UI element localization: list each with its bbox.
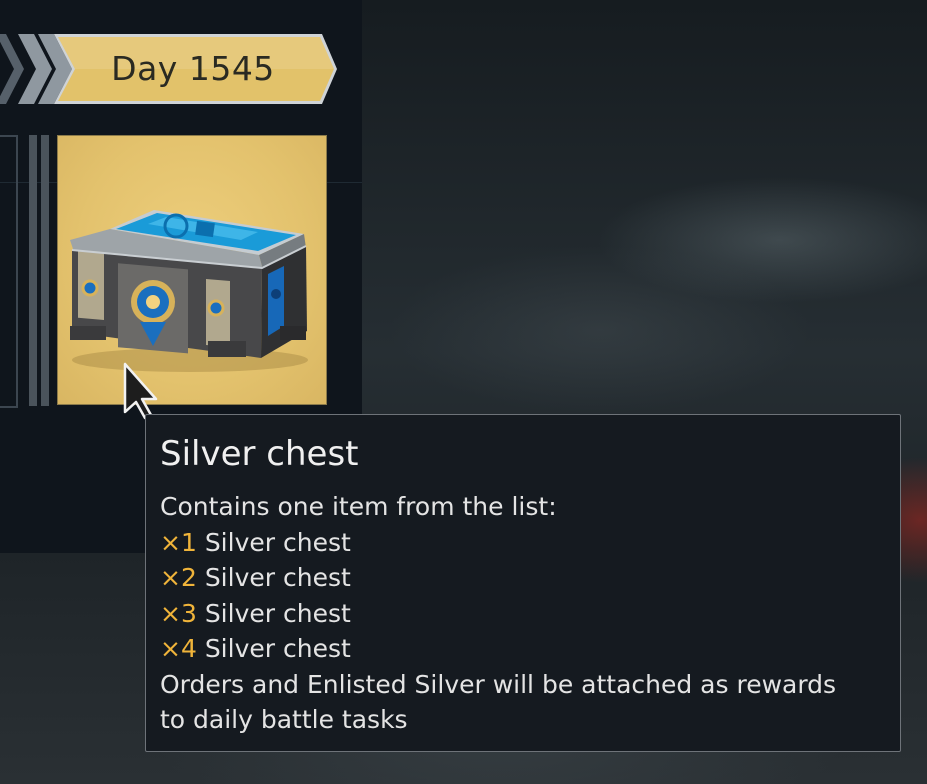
- previous-reward-slot[interactable]: [0, 135, 18, 408]
- tooltip-list-item: ×2 Silver chest: [160, 560, 886, 596]
- item-label: Silver chest: [204, 598, 351, 628]
- reward-tooltip: Silver chest Contains one item from the …: [145, 414, 901, 752]
- reward-card-silver-chest[interactable]: [57, 135, 327, 405]
- tooltip-list-item: ×4 Silver chest: [160, 631, 886, 667]
- silver-chest-icon: [70, 210, 308, 372]
- item-quantity: ×3: [160, 598, 197, 628]
- item-label: Silver chest: [204, 563, 351, 592]
- item-label: Silver chest: [204, 527, 351, 557]
- mouse-cursor-icon: [123, 362, 158, 420]
- prev-chevron-icon: [0, 34, 24, 104]
- item-label: Silver chest: [204, 634, 351, 663]
- tooltip-list-item: ×3 Silver chest: [160, 596, 886, 632]
- tooltip-title: Silver chest: [160, 434, 359, 474]
- tooltip-intro: Contains one item from the list:: [160, 492, 557, 521]
- separator-bar: [29, 135, 37, 406]
- tooltip-list-item: ×1 Silver chest: [160, 525, 886, 561]
- item-quantity: ×2: [160, 563, 197, 592]
- day-label: Day 1545: [111, 49, 275, 88]
- tooltip-note-line: to daily battle tasks: [160, 705, 408, 734]
- separator-bar: [41, 135, 49, 406]
- tooltip-note-line: Orders and Enlisted Silver will be attac…: [160, 669, 837, 699]
- item-quantity: ×4: [160, 634, 197, 663]
- item-quantity: ×1: [160, 527, 197, 557]
